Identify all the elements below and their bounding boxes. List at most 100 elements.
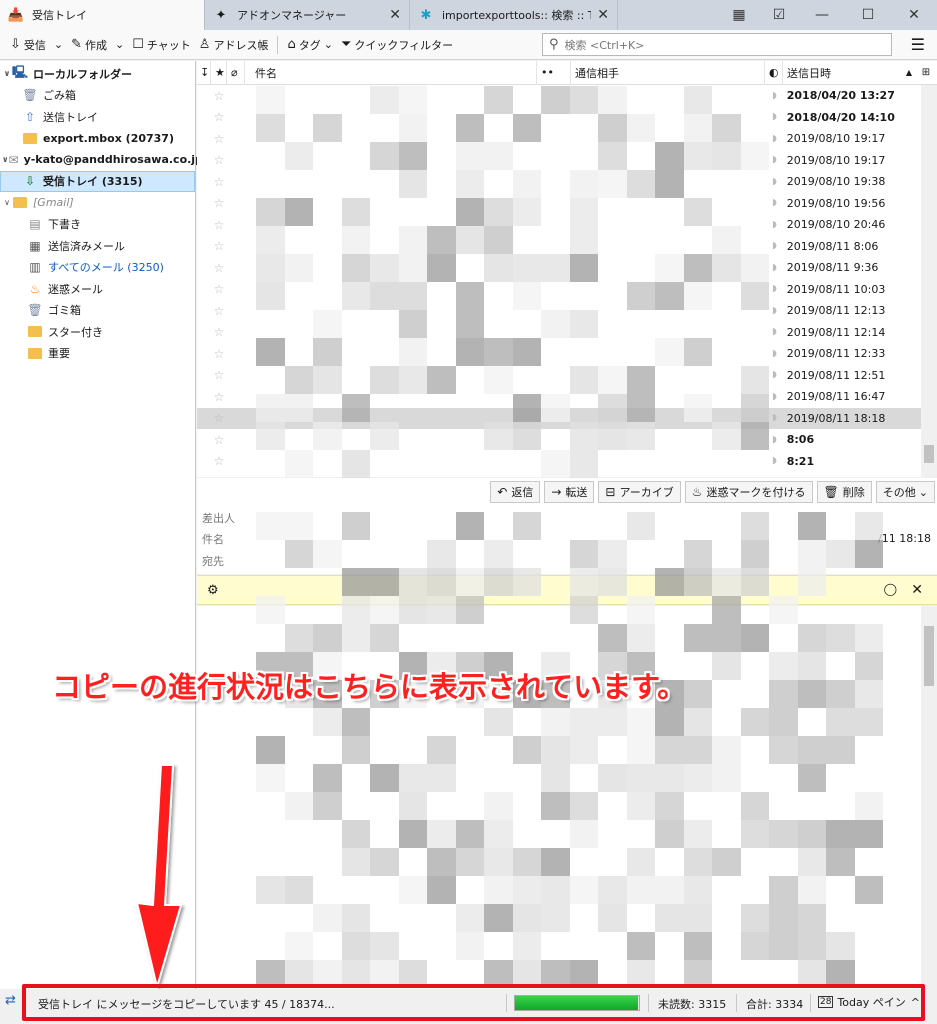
calendar-icon[interactable]: ▦ xyxy=(719,7,759,23)
other-actions-button[interactable]: その他 ⌄ xyxy=(875,481,935,503)
column-picker-icon[interactable]: ⊞ xyxy=(918,67,934,78)
junk-status-icon[interactable]: ◗ xyxy=(772,392,777,402)
junk-column[interactable]: ◐ xyxy=(765,60,783,85)
junk-status-icon[interactable]: ◗ xyxy=(772,435,777,445)
subject-column-header[interactable]: 件名 xyxy=(245,60,537,85)
close-window-button[interactable]: ✕ xyxy=(891,7,937,23)
redacted-block xyxy=(484,904,513,932)
folder-drafts[interactable]: ▤ 下書き xyxy=(0,214,195,236)
junk-status-icon[interactable]: ◗ xyxy=(772,327,777,337)
folder-account[interactable]: ∨ ✉ y-kato@panddhirosawa.co.jp xyxy=(0,149,203,171)
star-column[interactable]: ★ xyxy=(211,60,227,85)
delete-button[interactable]: 🗑 削除 xyxy=(816,481,872,503)
close-icon[interactable]: ✕ xyxy=(911,582,923,598)
star-icon[interactable]: ☆ xyxy=(197,239,227,253)
redacted-block xyxy=(455,932,484,960)
star-icon[interactable]: ☆ xyxy=(197,110,227,124)
thread-row[interactable]: ☆ ◗ 2019/08/10 19:38 xyxy=(197,171,937,193)
network-status-icon[interactable]: ⇄ xyxy=(5,993,16,1008)
star-icon[interactable]: ☆ xyxy=(197,390,227,404)
options-icon[interactable]: ◯ xyxy=(884,582,897,596)
folder-inbox[interactable]: ⇩ 受信トレイ (3315) xyxy=(0,170,195,192)
attachment-column[interactable]: ⌀ xyxy=(227,60,245,85)
junk-status-icon[interactable]: ◗ xyxy=(772,220,777,230)
junk-status-icon[interactable]: ◗ xyxy=(772,134,777,144)
junk-status-icon[interactable]: ◗ xyxy=(772,413,777,423)
write-button[interactable]: ✎ 作成 xyxy=(67,33,111,57)
junk-status-icon[interactable]: ◗ xyxy=(772,155,777,165)
star-icon[interactable]: ☆ xyxy=(197,304,227,318)
star-icon[interactable]: ☆ xyxy=(197,347,227,361)
quick-filter-button[interactable]: ⏷ クイックフィルター xyxy=(337,33,457,57)
star-icon[interactable]: ☆ xyxy=(197,433,227,447)
scrollbar-thumb[interactable] xyxy=(924,445,934,463)
junk-status-icon[interactable]: ◗ xyxy=(772,91,777,101)
correspondent-column-header[interactable]: 通信相手 xyxy=(571,60,765,85)
star-icon[interactable]: ☆ xyxy=(197,368,227,382)
thread-column-icon[interactable]: ↧ xyxy=(197,60,211,85)
folder-starred[interactable]: スター付き xyxy=(0,321,195,343)
close-icon[interactable]: ✕ xyxy=(389,7,401,23)
scrollbar-thumb[interactable] xyxy=(924,626,934,686)
tag-button[interactable]: ⌂ タグ ⌄ xyxy=(283,33,336,57)
folder-trash[interactable]: 🗑 ごみ箱 xyxy=(0,85,195,107)
twisty-icon[interactable]: ∨ xyxy=(2,198,12,207)
close-icon[interactable]: ✕ xyxy=(597,7,609,23)
address-book-button[interactable]: ♙ アドレス帳 xyxy=(195,33,273,57)
thread-row[interactable]: ☆ ◗ 2019/08/11 12:33 xyxy=(197,343,937,365)
message-scrollbar[interactable] xyxy=(921,606,937,989)
thread-row[interactable]: ☆ ◗ 8:06 xyxy=(197,429,937,451)
folder-gmail-trash[interactable]: 🗑 ゴミ箱 xyxy=(0,300,195,322)
junk-button[interactable]: ♨ 迷惑マークを付ける xyxy=(684,481,813,503)
junk-status-icon[interactable]: ◗ xyxy=(772,263,777,273)
archive-button[interactable]: ⊟ アーカイブ xyxy=(598,481,681,503)
folder-sent[interactable]: ▦ 送信済みメール xyxy=(0,235,195,257)
search-input[interactable]: ⚲ 検索 <Ctrl+K> xyxy=(542,33,892,56)
junk-status-icon[interactable]: ◗ xyxy=(772,177,777,187)
junk-status-icon[interactable]: ◗ xyxy=(772,112,777,122)
folder-gmail[interactable]: ∨ [Gmail] xyxy=(0,192,195,214)
twisty-icon[interactable]: ∨ xyxy=(2,69,12,78)
tab-addon-manager[interactable]: ✦ アドオンマネージャー ✕ xyxy=(205,0,410,30)
star-icon[interactable]: ☆ xyxy=(197,261,227,275)
junk-status-icon[interactable]: ◗ xyxy=(772,241,777,251)
maximize-button[interactable]: ☐ xyxy=(845,7,891,23)
tasks-icon[interactable]: ☑ xyxy=(759,7,799,23)
star-icon[interactable]: ☆ xyxy=(197,325,227,339)
star-icon[interactable]: ☆ xyxy=(197,196,227,210)
tab-inbox[interactable]: 📥 受信トレイ xyxy=(0,0,205,30)
junk-status-icon[interactable]: ◗ xyxy=(772,306,777,316)
junk-status-icon[interactable]: ◗ xyxy=(772,198,777,208)
get-mail-dropdown[interactable]: ⌄ xyxy=(50,33,67,57)
star-icon[interactable]: ☆ xyxy=(197,218,227,232)
star-icon[interactable]: ☆ xyxy=(197,132,227,146)
star-icon[interactable]: ☆ xyxy=(197,153,227,167)
reply-button[interactable]: ↶ 返信 xyxy=(490,481,541,503)
tab-search[interactable]: ✱ importexporttools:: 検索 :: T ✕ xyxy=(410,0,618,30)
star-icon[interactable]: ☆ xyxy=(197,175,227,189)
star-icon[interactable]: ☆ xyxy=(197,89,227,103)
get-mail-button[interactable]: ⇩ 受信 xyxy=(6,33,50,57)
folder-local[interactable]: ∨ 🖳 ローカルフォルダー xyxy=(0,63,195,85)
thread-scrollbar[interactable] xyxy=(921,85,937,477)
forward-button[interactable]: → 転送 xyxy=(544,481,595,503)
folder-important[interactable]: 重要 xyxy=(0,343,195,365)
redacted-block xyxy=(626,114,655,142)
junk-status-icon[interactable]: ◗ xyxy=(772,349,777,359)
star-icon[interactable]: ☆ xyxy=(197,454,227,468)
folder-junk[interactable]: ♨ 迷惑メール xyxy=(0,278,195,300)
folder-outbox[interactable]: ⇧ 送信トレイ xyxy=(0,106,195,128)
write-dropdown[interactable]: ⌄ xyxy=(111,33,128,57)
minimize-button[interactable]: — xyxy=(799,7,845,23)
junk-status-icon[interactable]: ◗ xyxy=(772,370,777,380)
date-column-header[interactable]: 送信日時 ▲ xyxy=(783,61,918,85)
star-icon[interactable]: ☆ xyxy=(197,411,227,425)
read-column[interactable]: •• xyxy=(537,60,571,85)
junk-status-icon[interactable]: ◗ xyxy=(772,284,777,294)
folder-all-mail[interactable]: ▥ すべてのメール (3250) xyxy=(0,257,195,279)
junk-status-icon[interactable]: ◗ xyxy=(772,456,777,466)
folder-export[interactable]: export.mbox (20737) xyxy=(0,128,195,150)
star-icon[interactable]: ☆ xyxy=(197,282,227,296)
app-menu-icon[interactable]: ☰ xyxy=(911,35,925,54)
chat-button[interactable]: ☐ チャット xyxy=(128,33,195,57)
